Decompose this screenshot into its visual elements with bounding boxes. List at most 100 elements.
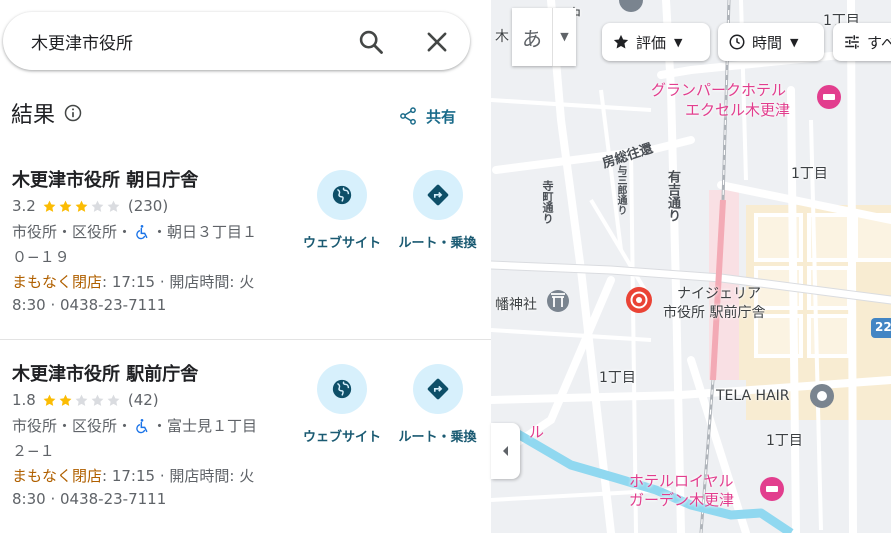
chevron-left-icon <box>502 446 508 456</box>
star-filled-icon <box>43 200 56 212</box>
route-number: 22 <box>875 320 891 334</box>
search-box <box>3 12 470 70</box>
map-canvas[interactable]: グランパークホテル エクセル木更津 ホテルロイヤル ガーデン木更津 ル ナイジェ… <box>491 0 891 533</box>
hotel-pin-royal <box>760 477 784 501</box>
search-button[interactable] <box>357 28 385 56</box>
hotel-label-park[interactable]: グランパークホテル エクセル木更津 <box>651 80 790 120</box>
caret-down-icon[interactable]: ▼ <box>552 8 576 66</box>
shrine-pin-top <box>619 0 643 12</box>
globe-icon <box>332 185 352 205</box>
language-selector[interactable]: あ ▼ <box>512 8 576 66</box>
area-label: 1丁目 <box>599 370 636 386</box>
hotel-name-line1: ホテルロイヤル <box>629 472 734 490</box>
chip-label: 評価 <box>636 33 667 52</box>
directions-label: ルート・乗換 <box>398 430 477 445</box>
chip-label: 時間 <box>752 33 783 52</box>
selected-place-pin <box>626 287 652 313</box>
results-panel: 結果 共有 木更津市役所 朝日庁舎 3.2 (230) 市役所・区役所・ <box>0 0 491 533</box>
star-empty-icon <box>75 394 88 406</box>
hotel-name-line1: グランパークホテル <box>651 81 787 99</box>
star-empty-icon <box>91 200 104 212</box>
closing-soon-status: まもなく閉店 <box>12 273 103 291</box>
filter-chip-hours[interactable]: 時間 ▼ <box>718 23 824 61</box>
closing-time: : 17:15 · 開店時間: 火 <box>102 467 255 485</box>
closing-time: : 17:15 · 開店時間: 火 <box>102 273 255 291</box>
label-line1: ナイジェリア <box>677 286 761 302</box>
review-count[interactable]: (230) <box>128 197 168 215</box>
website-label: ウェブサイト <box>302 236 381 251</box>
clear-search-button[interactable] <box>423 28 451 56</box>
share-label: 共有 <box>426 107 457 126</box>
hours-status-line: まもなく閉店: 17:15 · 開店時間: 火 <box>12 465 254 486</box>
place-name[interactable]: 木更津市役所 朝日庁舎 <box>12 166 198 192</box>
poi-label-tela[interactable]: TELA HAIR <box>716 388 790 404</box>
category-address-line: 市役所・区役所・ ・富士見１丁目 <box>12 415 257 436</box>
partial-pink-label: ル <box>529 423 545 441</box>
place-card-asahi[interactable]: 木更津市役所 朝日庁舎 3.2 (230) 市役所・区役所・ ・朝日３丁目１ ０… <box>0 158 491 338</box>
star-filled-icon <box>59 394 72 406</box>
close-icon <box>427 32 447 52</box>
results-header: 結果 <box>11 98 83 128</box>
place-name[interactable]: 木更津市役所 駅前庁舎 <box>12 360 198 386</box>
directions-icon-circle[interactable] <box>412 170 463 220</box>
website-button[interactable]: ウェブサイト <box>298 364 386 445</box>
selected-place-label[interactable]: ナイジェリア 市役所 駅前庁舎 <box>663 285 765 323</box>
place-address: ・朝日３丁目１ <box>152 223 258 241</box>
clock-icon <box>729 34 745 50</box>
hotel-label-royal[interactable]: ホテルロイヤル ガーデン木更津 <box>629 472 734 510</box>
website-icon-circle[interactable] <box>317 170 367 220</box>
search-input[interactable] <box>31 28 331 54</box>
place-address-cont: ２−１ <box>12 442 55 460</box>
road-label: 有吉通り <box>665 170 680 222</box>
collapse-panel-button[interactable] <box>491 423 520 479</box>
place-address: ・富士見１丁目 <box>152 417 258 435</box>
star-rating <box>42 199 122 214</box>
place-card-ekimae[interactable]: 木更津市役所 駅前庁舎 1.8 (42) 市役所・区役所・ ・富士見１丁目 ２−… <box>0 352 491 532</box>
website-label: ウェブサイト <box>302 430 381 445</box>
hotel-pin-park <box>817 85 841 109</box>
shrine-label[interactable]: 幡神社 <box>495 294 537 314</box>
label-line2: 市役所 駅前庁舎 <box>663 305 766 321</box>
directions-icon-circle[interactable] <box>412 364 463 414</box>
directions-button[interactable]: ルート・乗換 <box>390 170 485 251</box>
star-rating <box>42 393 122 408</box>
share-icon <box>400 107 416 125</box>
directions-icon <box>427 184 448 206</box>
category-address-line: 市役所・区役所・ ・朝日３丁目１ <box>12 221 257 242</box>
info-icon[interactable] <box>63 103 83 123</box>
road-label: 寺町通り <box>541 180 554 224</box>
poi-pin-tela <box>810 384 834 408</box>
filter-chip-all[interactable]: すべ <box>833 23 891 61</box>
results-title: 結果 <box>11 103 56 128</box>
hours-phone-line: 8:30 · 0438-23-7111 <box>12 296 167 314</box>
globe-icon <box>332 379 352 399</box>
star-empty-icon <box>107 394 120 406</box>
place-category: 市役所・区役所・ <box>12 223 133 241</box>
wheelchair-icon <box>136 418 148 433</box>
rating-row: 1.8 (42) <box>12 391 159 409</box>
rating-value: 3.2 <box>12 197 36 215</box>
area-label-partial: 木 <box>495 29 509 45</box>
place-category: 市役所・区役所・ <box>12 417 133 435</box>
closing-soon-status: まもなく閉店 <box>12 467 103 485</box>
shrine-pin <box>547 290 569 312</box>
wheelchair-icon <box>136 224 148 239</box>
directions-label: ルート・乗換 <box>398 236 477 251</box>
caret-down-icon: ▼ <box>674 35 683 49</box>
road-label: 与三郎通り <box>615 165 626 215</box>
website-icon-circle[interactable] <box>317 364 367 414</box>
star-filled-icon <box>43 394 56 406</box>
directions-icon <box>427 378 448 400</box>
hours-phone-line: 8:30 · 0438-23-7111 <box>12 490 167 508</box>
filter-chip-rating[interactable]: 評価 ▼ <box>602 23 710 61</box>
chip-label: すべ <box>867 33 891 52</box>
directions-button[interactable]: ルート・乗換 <box>390 364 485 445</box>
share-button[interactable]: 共有 <box>398 104 456 128</box>
review-count[interactable]: (42) <box>128 391 159 409</box>
caret-down-icon: ▼ <box>790 35 799 49</box>
hotel-name-line2: ガーデン木更津 <box>629 491 735 509</box>
hours-status-line: まもなく閉店: 17:15 · 開店時間: 火 <box>12 271 254 292</box>
website-button[interactable]: ウェブサイト <box>298 170 386 251</box>
search-icon <box>359 30 383 54</box>
rating-value: 1.8 <box>12 391 36 409</box>
